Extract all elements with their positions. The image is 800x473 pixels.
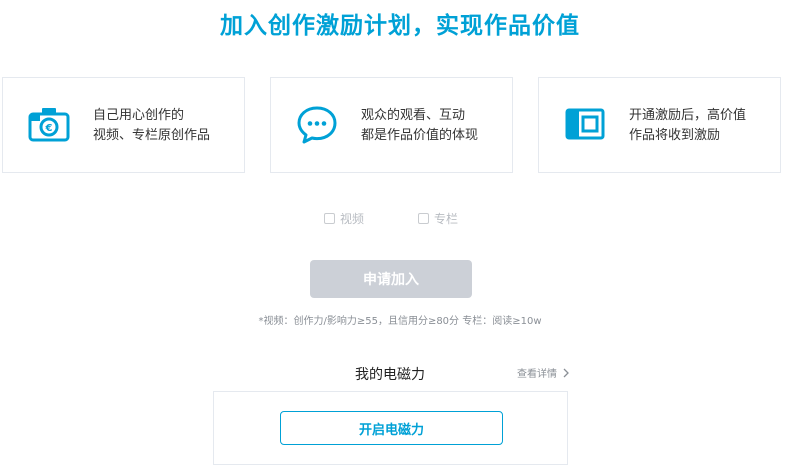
- open-electromagnetic-button[interactable]: 开启电磁力: [280, 411, 503, 445]
- benefit-card-original-works: € 自己用心创作的 视频、专栏原创作品: [2, 77, 245, 173]
- checkbox-label: 专栏: [434, 211, 459, 226]
- requirements-note: *视频：创作力/影响力≥55，且信用分≥80分 专栏：阅读≥10w: [258, 316, 542, 327]
- wallet-icon: [565, 108, 605, 140]
- checkbox-column[interactable]: 专栏: [418, 210, 458, 226]
- electromagnetic-panel: 开启电磁力: [213, 391, 568, 465]
- chat-bubble-icon: [297, 106, 337, 144]
- view-details-label: 查看详情: [517, 369, 557, 380]
- checkbox-box[interactable]: [418, 212, 429, 224]
- benefit-card-incentive: 开通激励后，高价值 作品将收到激励: [538, 77, 781, 173]
- card-line-1: 自己用心创作的: [93, 108, 185, 123]
- card-text: 自己用心创作的 视频、专栏原创作品: [93, 106, 210, 146]
- page-headline: 加入创作激励计划，实现作品价值: [220, 13, 580, 39]
- chevron-right-icon: [563, 368, 569, 377]
- checkbox-video[interactable]: 视频: [324, 210, 364, 226]
- checkbox-box[interactable]: [324, 212, 335, 224]
- card-text: 开通激励后，高价值 作品将收到激励: [629, 106, 746, 146]
- apply-join-button[interactable]: 申请加入: [310, 260, 472, 298]
- card-line-2: 都是作品价值的体现: [361, 128, 479, 143]
- electromagnetic-title: 我的电磁力: [355, 367, 425, 383]
- benefit-card-audience-value: 观众的观看、互动 都是作品价值的体现: [270, 77, 513, 173]
- view-details-link[interactable]: 查看详情: [517, 365, 572, 380]
- card-line-2: 视频、专栏原创作品: [93, 128, 211, 143]
- card-line-1: 观众的观看、互动: [361, 108, 466, 123]
- card-line-2: 作品将收到激励: [629, 128, 721, 143]
- card-line-1: 开通激励后，高价值: [629, 108, 747, 123]
- svg-text:€: €: [45, 123, 53, 134]
- card-text: 观众的观看、互动 都是作品价值的体现: [361, 106, 478, 146]
- camera-icon: €: [28, 108, 70, 142]
- checkbox-label: 视频: [340, 211, 365, 226]
- category-checkboxes: 视频 专栏: [0, 210, 800, 226]
